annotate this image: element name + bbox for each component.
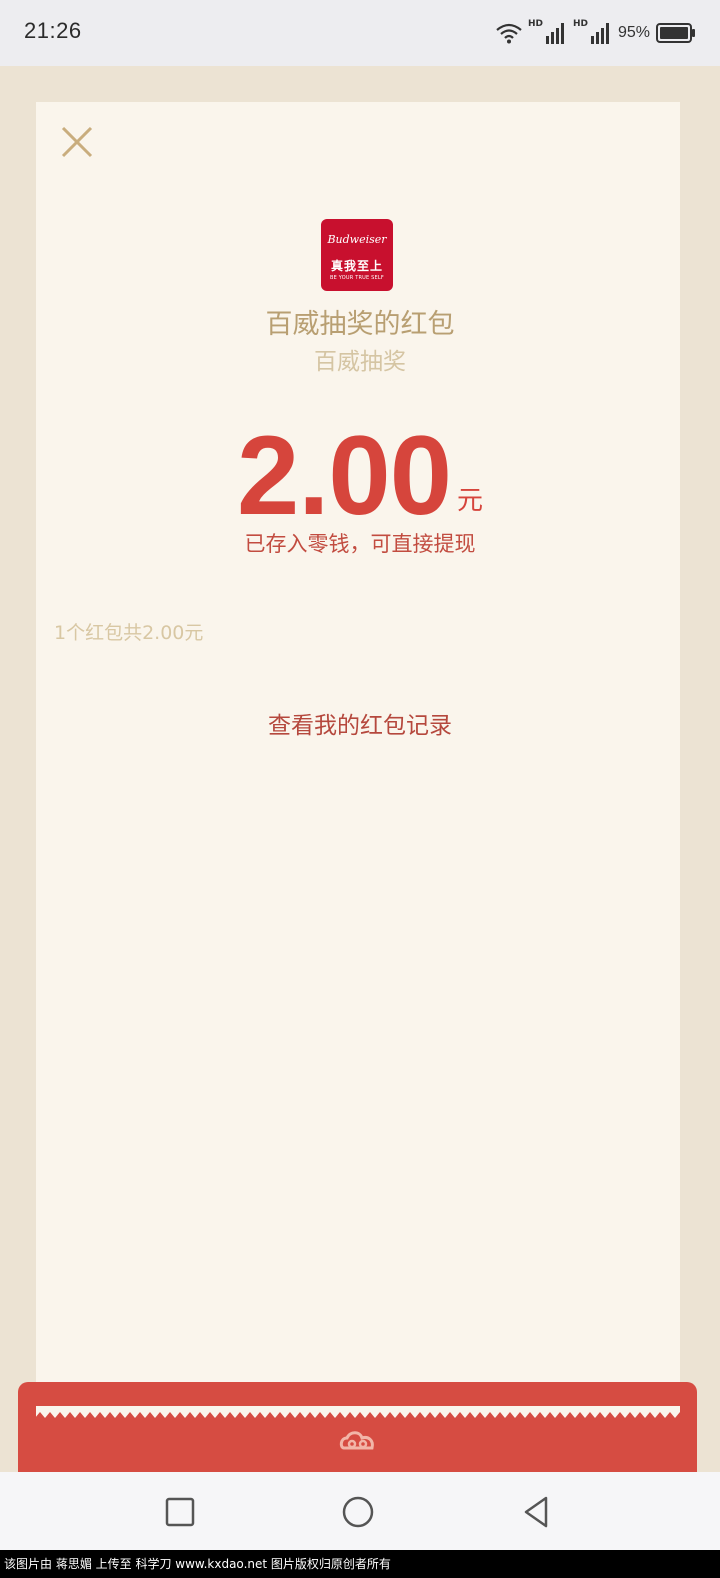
logo-cn-text: 真我至上 <box>330 259 383 273</box>
amount-display: 2.00 元 <box>0 416 720 536</box>
battery-icon <box>656 23 695 43</box>
cloud-ornament-icon <box>339 1431 374 1450</box>
amount-value: 2.00 <box>237 413 452 538</box>
hd-label: HD <box>527 19 543 29</box>
triangle-back-icon[interactable] <box>518 1494 554 1530</box>
logo-script-text: Budweiser <box>327 233 387 246</box>
signal-icon <box>545 23 564 44</box>
zigzag-edge <box>36 1406 680 1418</box>
wish-text: 百威抽奖 <box>314 349 406 375</box>
square-icon[interactable] <box>162 1494 198 1530</box>
saved-to-wallet-note: 已存入零钱，可直接提现 <box>244 532 476 556</box>
sender-logo: Budweiser 真我至上 BE YOUR TRUE SELF <box>321 219 393 291</box>
system-nav-bar <box>0 1472 720 1550</box>
logo-en-text: BE YOUR TRUE SELF <box>330 275 384 281</box>
amount-unit: 元 <box>456 486 483 516</box>
packet-summary: 1个红包共2.00元 <box>54 622 204 644</box>
close-icon[interactable] <box>58 122 98 162</box>
red-packet-detail-card <box>36 102 680 1414</box>
signal-icon <box>590 23 609 44</box>
watermark: 该图片由 蒋思媚 上传至 科学刀 www.kxdao.net 图片版权归原创者所… <box>0 1550 720 1578</box>
status-bar: 21:26 HD HD 95% <box>0 0 720 66</box>
view-records-link[interactable]: 查看我的红包记录 <box>0 706 720 740</box>
circle-icon[interactable] <box>340 1494 376 1530</box>
wifi-icon <box>496 23 522 44</box>
status-icons: HD HD 95% <box>496 18 696 48</box>
hd-label: HD <box>572 19 588 29</box>
sender-title: 百威抽奖的红包 <box>265 309 455 340</box>
battery-percent: 95% <box>617 24 650 41</box>
status-time: 21:26 <box>24 18 82 43</box>
